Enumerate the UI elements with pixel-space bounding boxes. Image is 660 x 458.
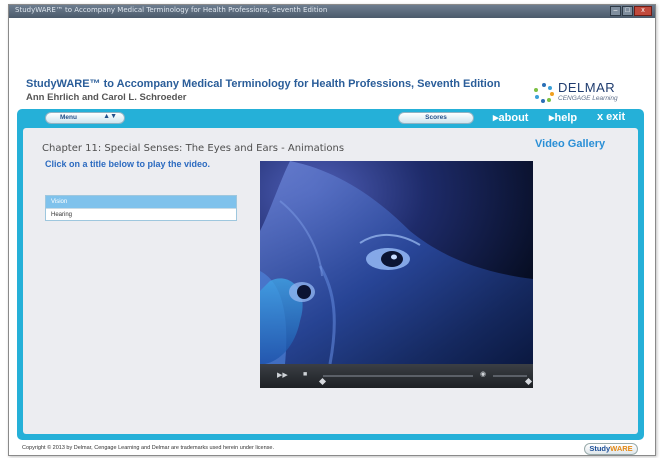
chapter-title: Chapter 11: Special Senses: The Eyes and… bbox=[42, 143, 345, 154]
close-window-button[interactable]: x bbox=[634, 6, 652, 16]
minimize-button[interactable]: – bbox=[610, 6, 621, 16]
nav-bar: Menu ▲▼ Scores ▸about ▸help x exit bbox=[17, 109, 644, 127]
video-player[interactable]: ▶▶ ■ ◉ bbox=[260, 161, 533, 388]
app-title: StudyWARE™ to Accompany Medical Terminol… bbox=[26, 78, 501, 90]
logo-subtitle: CENGAGE Learning bbox=[558, 95, 618, 102]
video-list: Vision Hearing bbox=[45, 195, 237, 221]
maximize-button[interactable]: □ bbox=[622, 6, 633, 16]
volume-handle[interactable] bbox=[524, 377, 533, 386]
delmar-logo: DELMAR CENGAGE Learning bbox=[533, 80, 643, 108]
content-area: Chapter 11: Special Senses: The Eyes and… bbox=[23, 128, 638, 434]
copyright-text: Copyright © 2013 by Delmar, Cengage Lear… bbox=[22, 445, 274, 451]
app-authors: Ann Ehrlich and Carol L. Schroeder bbox=[26, 92, 187, 103]
menu-arrows-icon: ▲▼ bbox=[103, 113, 117, 120]
window-title: StudyWARE™ to Accompany Medical Terminol… bbox=[15, 6, 328, 14]
badge-study-text: Study bbox=[589, 444, 611, 453]
video-gallery-title: Video Gallery bbox=[535, 138, 606, 150]
app-panel: Menu ▲▼ Scores ▸about ▸help x exit Chapt… bbox=[17, 109, 644, 440]
window-titlebar: StudyWARE™ to Accompany Medical Terminol… bbox=[9, 5, 655, 18]
help-link[interactable]: ▸help bbox=[549, 111, 577, 124]
stop-button[interactable]: ■ bbox=[303, 371, 307, 378]
exit-link[interactable]: x exit bbox=[597, 111, 625, 123]
delmar-logo-mark-icon bbox=[534, 83, 554, 103]
volume-icon[interactable]: ◉ bbox=[480, 370, 486, 378]
instruction-text: Click on a title below to play the video… bbox=[45, 159, 211, 169]
video-frame-face-image bbox=[260, 161, 533, 364]
scores-button[interactable]: Scores bbox=[398, 112, 474, 124]
video-item-hearing[interactable]: Hearing bbox=[46, 208, 236, 220]
logo-name: DELMAR bbox=[558, 80, 616, 95]
menu-button[interactable]: Menu ▲▼ bbox=[45, 112, 125, 124]
studyware-badge: StudyWARE bbox=[584, 443, 638, 455]
seek-bar[interactable] bbox=[323, 375, 473, 377]
about-link[interactable]: ▸about bbox=[493, 111, 528, 124]
menu-label: Menu bbox=[60, 114, 77, 121]
badge-ware-text: WARE bbox=[610, 444, 633, 453]
player-controls: ▶▶ ■ ◉ bbox=[260, 364, 533, 388]
window-controls: – □ x bbox=[610, 6, 652, 16]
seek-handle[interactable] bbox=[318, 377, 327, 386]
video-item-vision[interactable]: Vision bbox=[46, 196, 236, 208]
rewind-button[interactable]: ▶▶ bbox=[277, 371, 288, 379]
volume-slider[interactable] bbox=[493, 375, 527, 377]
